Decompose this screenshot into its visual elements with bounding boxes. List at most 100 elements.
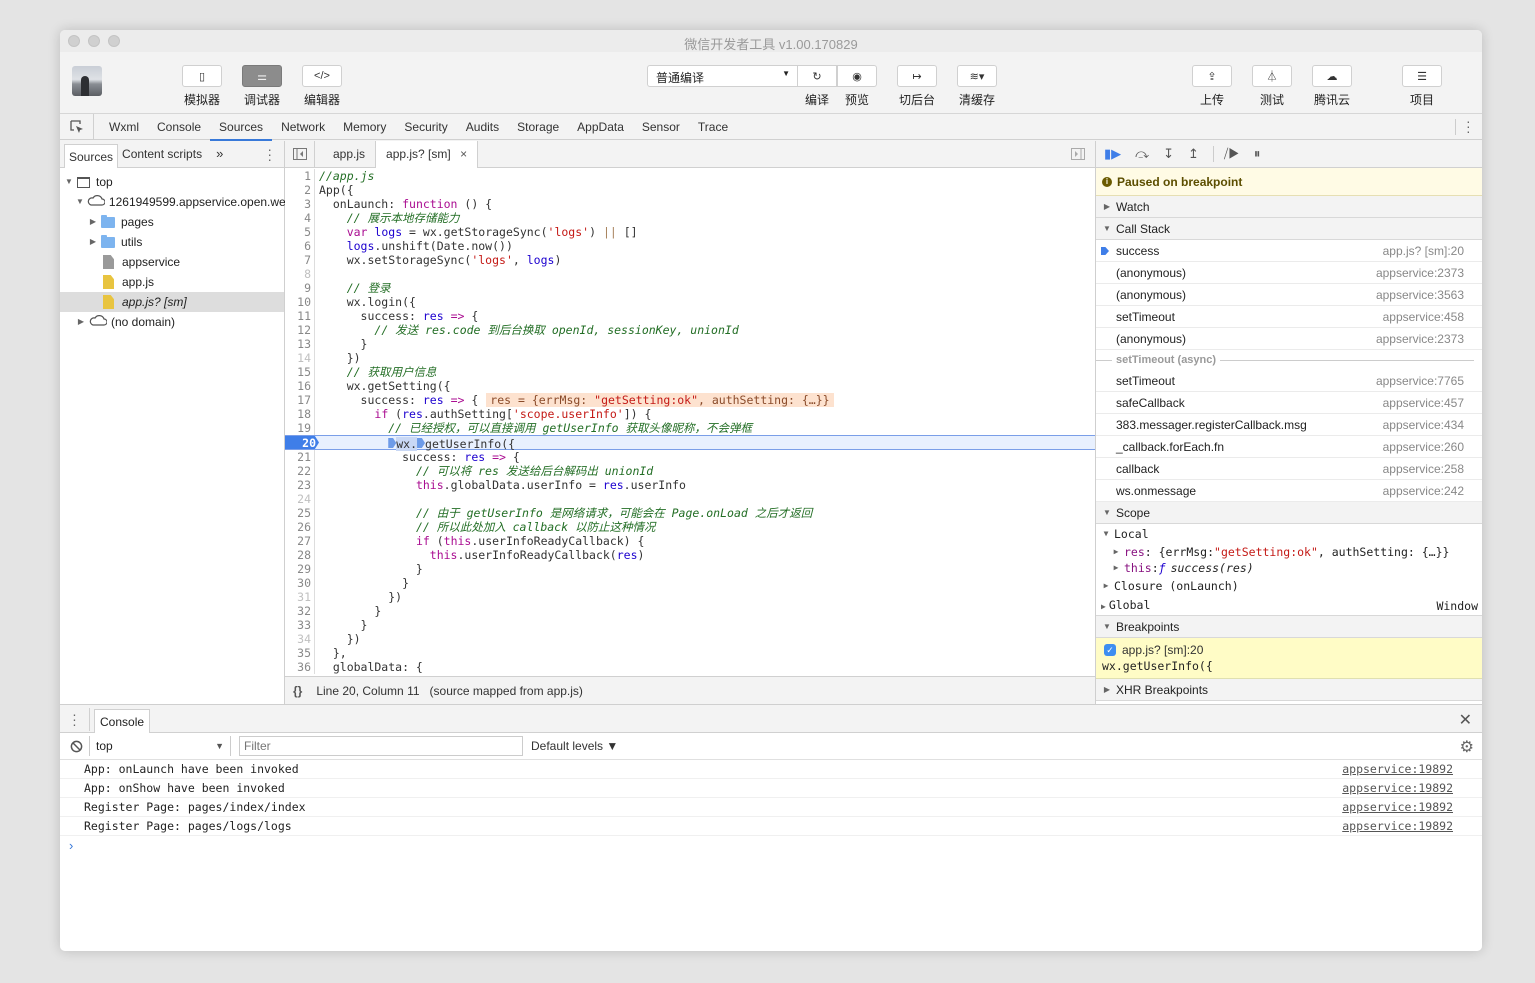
- line-number[interactable]: 17: [285, 393, 315, 407]
- line-number[interactable]: 9: [285, 281, 315, 295]
- more-tabs-icon[interactable]: »: [212, 142, 227, 166]
- line-number[interactable]: 19: [285, 421, 315, 435]
- scope-var-this[interactable]: ▶ this: ƒ success(res): [1096, 560, 1482, 576]
- tab-console-drawer[interactable]: Console: [94, 708, 151, 733]
- scope-local[interactable]: ▼ Local: [1096, 524, 1482, 544]
- line-number[interactable]: 3: [285, 197, 315, 211]
- call-frame[interactable]: _callback.forEach.fn appservice:260: [1096, 436, 1482, 458]
- line-number[interactable]: 36: [285, 660, 315, 674]
- console-message-source-link[interactable]: appservice:19892: [1342, 817, 1453, 835]
- step-into-icon[interactable]: ↧: [1163, 146, 1174, 162]
- toolbar-button-eye[interactable]: ◉ 预览: [837, 65, 877, 108]
- editor-tab-app-js[interactable]: app.js: [323, 141, 375, 168]
- line-number[interactable]: 30: [285, 576, 315, 590]
- tab-storage[interactable]: Storage: [508, 114, 568, 140]
- line-number[interactable]: 35: [285, 646, 315, 660]
- close-drawer-icon[interactable]: ✕: [1459, 710, 1472, 730]
- tab-sources[interactable]: Sources: [64, 143, 119, 168]
- call-frame[interactable]: 383.messager.registerCallback.msg appserv…: [1096, 414, 1482, 436]
- line-number[interactable]: 22: [285, 464, 315, 478]
- console-message-source-link[interactable]: appservice:19892: [1342, 779, 1453, 797]
- compile-mode-select[interactable]: 普通编译 ▼: [647, 65, 799, 87]
- toolbar-button-upload[interactable]: ⇪ 上传: [1192, 65, 1232, 108]
- line-number[interactable]: 18: [285, 407, 315, 421]
- toolbar-button-menu[interactable]: ☰ 项目: [1402, 65, 1442, 108]
- line-number[interactable]: 13: [285, 337, 315, 351]
- call-frame[interactable]: ws.onmessage appservice:242: [1096, 480, 1482, 502]
- tab-sensor[interactable]: Sensor: [633, 114, 689, 140]
- tab-sources[interactable]: Sources: [210, 114, 273, 141]
- tree-item-file[interactable]: appservice: [60, 252, 284, 272]
- line-number[interactable]: 21: [285, 450, 315, 464]
- watch-section-header[interactable]: ▶ Watch: [1096, 196, 1482, 218]
- line-number[interactable]: 2: [285, 183, 315, 197]
- line-number[interactable]: 5: [285, 225, 315, 239]
- toolbar-button-sliders[interactable]: ⚌ 调试器: [242, 65, 282, 108]
- pretty-print-icon[interactable]: {}: [293, 684, 302, 698]
- line-number[interactable]: 26: [285, 520, 315, 534]
- call-frame[interactable]: (anonymous) appservice:2373: [1096, 262, 1482, 284]
- call-frame[interactable]: callback appservice:258: [1096, 458, 1482, 480]
- line-number[interactable]: 29: [285, 562, 315, 576]
- line-number[interactable]: 24: [285, 492, 315, 506]
- toolbar-button-cloud[interactable]: ☁ 腾讯云: [1312, 65, 1352, 108]
- tree-item-cloud[interactable]: ▼ 1261949599.appservice.open.we: [60, 192, 286, 212]
- console-settings-gear-icon[interactable]: ⚙: [1460, 737, 1474, 757]
- line-number[interactable]: 4: [285, 211, 315, 225]
- line-number[interactable]: 31: [285, 590, 315, 604]
- tree-item-jsfile[interactable]: app.js: [60, 272, 284, 292]
- tab-content-scripts[interactable]: Content scripts: [118, 142, 206, 166]
- breakpoint-item[interactable]: ✓ app.js? [sm]:20 wx.getUserInfo({: [1096, 638, 1482, 679]
- call-frame[interactable]: (anonymous) appservice:2373: [1096, 328, 1482, 350]
- line-number[interactable]: 6: [285, 239, 315, 253]
- drawer-menu-icon[interactable]: · · ·: [60, 707, 90, 731]
- tree-item-cloud[interactable]: ▶ (no domain): [60, 312, 284, 332]
- line-number[interactable]: 1: [285, 169, 315, 183]
- tab-console[interactable]: Console: [148, 114, 210, 140]
- resume-icon[interactable]: ▮▶: [1104, 146, 1121, 162]
- xhr-breakpoints-section-header[interactable]: ▶ XHR Breakpoints: [1096, 679, 1482, 701]
- line-number[interactable]: 34: [285, 632, 315, 646]
- call-frame[interactable]: safeCallback appservice:457: [1096, 392, 1482, 414]
- toggle-debugger-button[interactable]: [1071, 148, 1085, 163]
- editor-tab-app-js-sm[interactable]: app.js? [sm] ×: [375, 140, 479, 168]
- line-number[interactable]: 11: [285, 309, 315, 323]
- tab-trace[interactable]: Trace: [689, 114, 737, 140]
- line-number[interactable]: 14: [285, 351, 315, 365]
- line-number[interactable]: 7: [285, 253, 315, 267]
- call-frame[interactable]: setTimeout appservice:458: [1096, 306, 1482, 328]
- console-prompt[interactable]: ›: [60, 836, 1482, 856]
- tree-item-folder[interactable]: ▶ pages: [60, 212, 284, 232]
- scope-closure[interactable]: ▶ Closure (onLaunch): [1096, 576, 1482, 596]
- tab-wxml[interactable]: Wxml: [100, 114, 148, 140]
- toolbar-button-layers[interactable]: ≋▾ 清缓存: [957, 65, 997, 108]
- tab-security[interactable]: Security: [395, 114, 456, 140]
- scope-global[interactable]: ▶ Global Window: [1096, 596, 1482, 616]
- step-over-icon[interactable]: ⤼: [1135, 146, 1149, 162]
- inspect-element-button[interactable]: [60, 113, 94, 140]
- line-number[interactable]: 8: [285, 267, 315, 281]
- line-number[interactable]: 20: [285, 436, 319, 449]
- clear-console-icon[interactable]: [70, 740, 83, 753]
- line-number[interactable]: 23: [285, 478, 315, 492]
- tree-item-folder[interactable]: ▶ utils: [60, 232, 284, 252]
- tab-appdata[interactable]: AppData: [568, 114, 633, 140]
- navigator-menu-icon[interactable]: · · ·: [267, 142, 272, 166]
- tree-item-jsfile[interactable]: app.js? [sm]: [60, 292, 284, 312]
- call-stack-section-header[interactable]: ▼ Call Stack: [1096, 218, 1482, 240]
- toolbar-button-flask[interactable]: ⏃ 测试: [1252, 65, 1292, 108]
- pause-on-exceptions-icon[interactable]: ⏸: [1254, 146, 1261, 162]
- tab-network[interactable]: Network: [272, 114, 334, 140]
- log-levels-select[interactable]: Default levels ▼: [531, 739, 618, 753]
- console-message-source-link[interactable]: appservice:19892: [1342, 760, 1453, 778]
- console-filter-input[interactable]: [239, 736, 523, 756]
- line-number[interactable]: 28: [285, 548, 315, 562]
- call-frame[interactable]: success app.js? [sm]:20: [1096, 240, 1482, 262]
- step-out-icon[interactable]: ↥: [1188, 146, 1199, 162]
- scope-section-header[interactable]: ▼ Scope: [1096, 502, 1482, 524]
- deactivate-breakpoints-icon[interactable]: ⧸▶: [1212, 146, 1240, 162]
- toolbar-button-code[interactable]: </> 编辑器: [302, 65, 342, 108]
- line-number[interactable]: 10: [285, 295, 315, 309]
- line-number[interactable]: 33: [285, 618, 315, 632]
- user-avatar[interactable]: [72, 66, 102, 96]
